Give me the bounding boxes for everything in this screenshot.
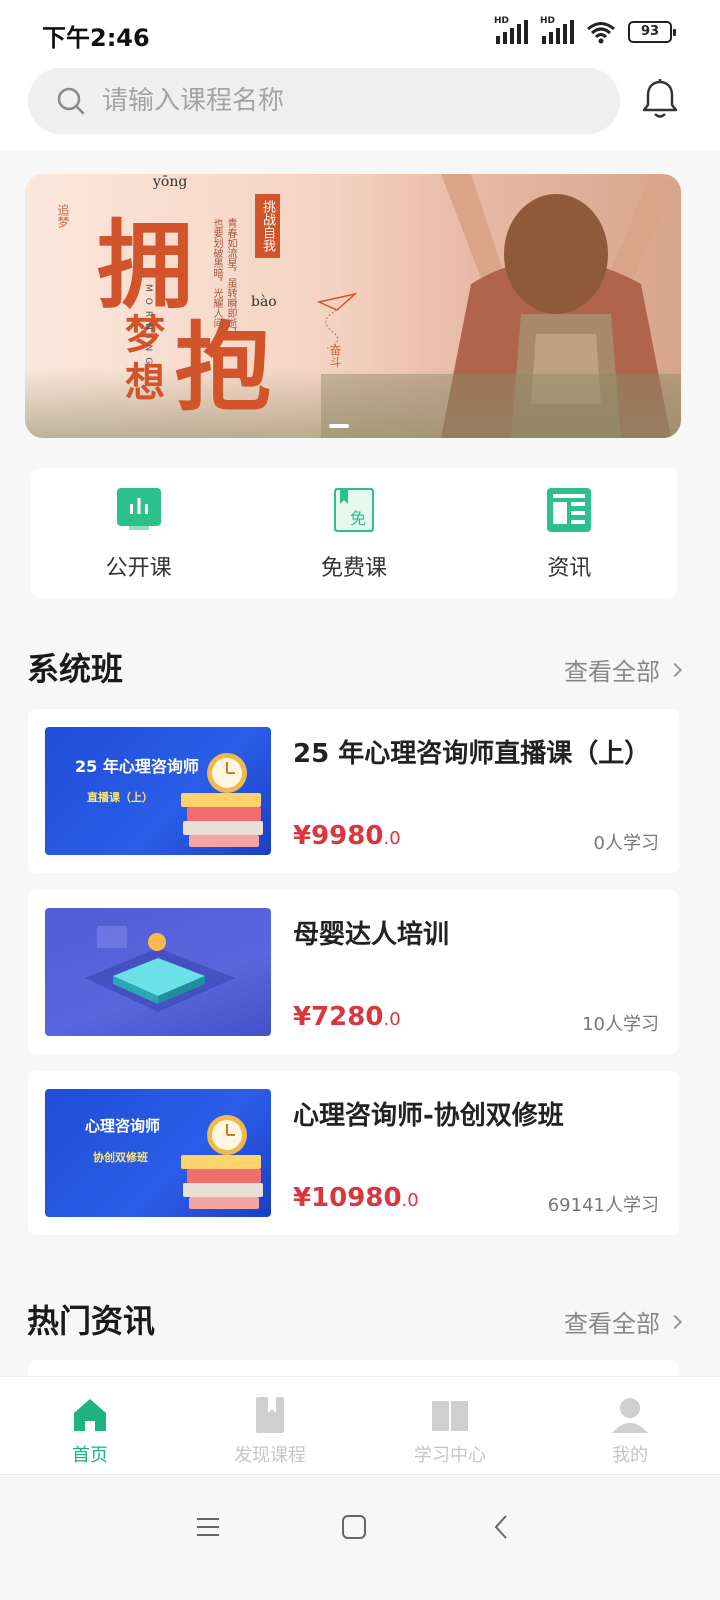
status-icons: HD HD 93 bbox=[494, 16, 676, 44]
header bbox=[0, 66, 720, 150]
course-price-main: ¥10980 bbox=[293, 1183, 402, 1213]
banner-letters: MORNING bbox=[143, 284, 153, 371]
search-icon bbox=[57, 87, 85, 115]
course-thumb-title: 心理咨询师 bbox=[85, 1117, 161, 1135]
search-input[interactable] bbox=[102, 86, 562, 116]
quick-nav-news-label: 资讯 bbox=[547, 556, 592, 581]
course-card[interactable]: 25 年心理咨询师 直播课（上） 25 年心理咨询师直播课（上） ¥9980.0… bbox=[28, 709, 679, 873]
quick-nav-open-class-label: 公开课 bbox=[105, 556, 172, 581]
status-time: 下午2:46 bbox=[42, 24, 150, 52]
banner-ground bbox=[25, 368, 681, 438]
course-thumbnail bbox=[45, 908, 271, 1036]
hot-news-view-all-label: 查看全部 bbox=[564, 1310, 660, 1338]
user-icon bbox=[612, 1398, 648, 1433]
tab-discover-courses-label: 发现课程 bbox=[234, 1445, 306, 1466]
course-price-decimal: .0 bbox=[401, 1190, 419, 1211]
course-thumbnail: 25 年心理咨询师 直播课（上） bbox=[45, 727, 271, 855]
menu-icon[interactable] bbox=[194, 1513, 222, 1541]
home-icon bbox=[74, 1399, 106, 1431]
home-square-icon[interactable] bbox=[340, 1513, 368, 1541]
course-student-count: 10人学习 bbox=[582, 1014, 659, 1035]
course-card[interactable]: 心理咨询师 协创双修班 心理咨询师-协创双修班 ¥10980.0 69141人学… bbox=[28, 1071, 679, 1235]
promo-banner[interactable]: 追梦 yōng 拥 梦 想 bào 抱 MORNING 青春如流星，虽转瞬即逝，… bbox=[25, 174, 681, 438]
course-price-decimal: .0 bbox=[383, 1009, 401, 1030]
banner-side-text-right: 奋斗 bbox=[328, 344, 342, 368]
open-book-icon bbox=[432, 1401, 468, 1431]
hot-news-view-all[interactable]: 查看全部 bbox=[564, 1304, 683, 1339]
books-clock-illustration bbox=[181, 1115, 263, 1209]
search-bar[interactable] bbox=[28, 68, 620, 134]
course-thumbnail: 心理咨询师 协创双修班 bbox=[45, 1089, 271, 1217]
back-icon[interactable] bbox=[488, 1513, 516, 1541]
tab-home-label: 首页 bbox=[72, 1445, 108, 1466]
free-course-icon: 免 bbox=[333, 488, 374, 532]
course-price: ¥9980.0 bbox=[293, 821, 401, 851]
quick-nav: 公开课 免 免费课 资讯 bbox=[31, 468, 677, 598]
cellular-signal-icon: HD bbox=[494, 16, 528, 44]
wifi-icon bbox=[587, 22, 615, 44]
banner-side-text-left: 追梦 bbox=[56, 204, 70, 228]
course-price-main: ¥7280 bbox=[293, 1002, 384, 1032]
carousel-indicator[interactable] bbox=[329, 424, 349, 428]
system-class-title: 系统班 bbox=[27, 650, 124, 688]
cellular-signal-icon-2: HD bbox=[540, 16, 574, 44]
tab-discover-courses[interactable]: 发现课程 bbox=[180, 1377, 360, 1474]
tab-home[interactable]: 首页 bbox=[0, 1377, 180, 1474]
quick-nav-free-course[interactable]: 免 免费课 bbox=[246, 468, 461, 598]
quick-nav-free-course-label: 免费课 bbox=[320, 556, 387, 581]
system-navigation-bar bbox=[0, 1474, 720, 1600]
course-price: ¥10980.0 bbox=[293, 1183, 419, 1213]
banner-verse: 青春如流星，虽转瞬即逝，也要划破黑暗，光耀人间 bbox=[211, 218, 236, 338]
chevron-right-icon bbox=[667, 662, 683, 677]
quick-nav-open-class[interactable]: 公开课 bbox=[31, 468, 246, 598]
course-student-count: 69141人学习 bbox=[547, 1195, 659, 1216]
tab-profile-label: 我的 bbox=[612, 1445, 648, 1466]
notification-bell-icon[interactable] bbox=[640, 78, 680, 120]
hot-news-title: 热门资讯 bbox=[27, 1302, 156, 1340]
course-card[interactable]: 母婴达人培训 ¥7280.0 10人学习 bbox=[28, 890, 679, 1054]
book-platform-illustration bbox=[85, 926, 235, 1012]
battery-icon: 93 bbox=[628, 21, 676, 43]
paper-plane-icon bbox=[317, 292, 357, 349]
course-title: 心理咨询师-协创双修班 bbox=[293, 1101, 564, 1131]
course-student-count: 0人学习 bbox=[593, 833, 659, 854]
system-class-view-all[interactable]: 查看全部 bbox=[564, 652, 683, 687]
bookmark-icon bbox=[256, 1397, 284, 1433]
tab-learning-center-label: 学习中心 bbox=[414, 1445, 486, 1466]
system-class-view-all-label: 查看全部 bbox=[564, 658, 660, 686]
course-title: 母婴达人培训 bbox=[293, 920, 450, 950]
course-thumb-subtitle: 协创双修班 bbox=[93, 1151, 148, 1164]
banner-tag: 挑战自我 bbox=[255, 194, 280, 258]
books-clock-illustration bbox=[181, 753, 263, 847]
news-icon bbox=[547, 488, 592, 532]
course-price-main: ¥9980 bbox=[293, 821, 384, 851]
course-title: 25 年心理咨询师直播课（上） bbox=[293, 739, 651, 769]
tab-learning-center[interactable]: 学习中心 bbox=[360, 1377, 540, 1474]
open-class-icon bbox=[116, 488, 161, 530]
svg-text:免: 免 bbox=[350, 509, 366, 528]
quick-nav-news[interactable]: 资讯 bbox=[462, 468, 677, 598]
course-price-decimal: .0 bbox=[383, 828, 401, 849]
bottom-tab-bar: 首页 发现课程 学习中心 我的 bbox=[0, 1376, 720, 1474]
tab-profile[interactable]: 我的 bbox=[540, 1377, 720, 1474]
status-bar: 下午2:46 HD HD 93 bbox=[0, 0, 720, 66]
course-price: ¥7280.0 bbox=[293, 1002, 401, 1032]
chevron-right-icon bbox=[667, 1314, 683, 1329]
course-thumb-subtitle: 直播课（上） bbox=[87, 791, 153, 804]
